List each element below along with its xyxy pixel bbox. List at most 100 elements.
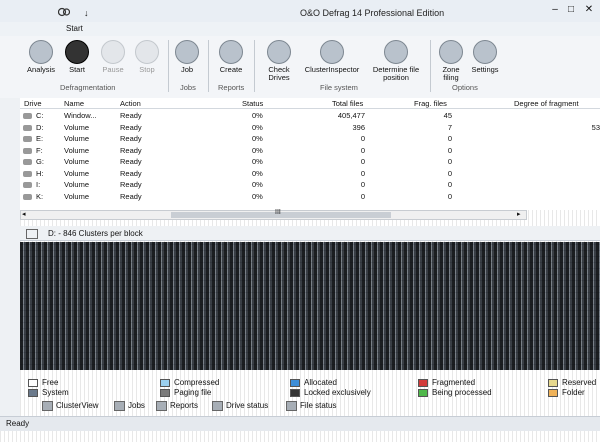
hard-drive-icon	[23, 170, 32, 177]
column-header-status[interactable]: Status	[242, 99, 263, 108]
tab-clusterview[interactable]: ClusterView	[42, 401, 99, 411]
legend-swatch	[160, 388, 170, 397]
tab-file-status[interactable]: File status	[286, 401, 336, 411]
left-gutter	[0, 98, 20, 416]
cell-name: Volume	[64, 134, 90, 143]
maximize-button[interactable]: □	[564, 4, 578, 16]
group-separator	[168, 40, 169, 92]
cluster-view-caption: D: - 846 Clusters per block	[48, 229, 143, 238]
cell-status: 0%	[252, 122, 263, 132]
cluster-inspector-button[interactable]: ClusterInspector	[300, 40, 364, 74]
cluster-inspector-icon	[320, 40, 344, 64]
cell-action: Ready	[120, 157, 142, 166]
pause-button[interactable]: Pause	[96, 40, 130, 74]
drive-row[interactable]: C: Window... Ready 0% 405,477 45	[20, 110, 600, 121]
tab-start[interactable]: Start	[62, 24, 87, 33]
cluster-block-map[interactable]	[20, 242, 600, 370]
cell-status: 0%	[252, 157, 263, 166]
drive-status-icon	[212, 401, 223, 411]
cell-total: 396	[352, 122, 365, 132]
scroll-marker: III	[275, 209, 281, 216]
settings-button[interactable]: Settings	[468, 40, 502, 74]
column-header-drive[interactable]: Drive	[24, 99, 42, 108]
analysis-icon	[29, 40, 53, 64]
cell-degree: 53	[591, 122, 600, 132]
cell-drive: H:	[36, 168, 44, 178]
drive-row[interactable]: E: Volume Ready 0% 0 0	[20, 133, 600, 144]
pause-icon	[101, 40, 125, 64]
group-label-jobs: Jobs	[180, 83, 196, 92]
drive-list-scrollbar[interactable]: ◂ III ▸	[20, 209, 527, 220]
cell-status: 0%	[252, 111, 263, 120]
drive-row[interactable]: F: Volume Ready 0% 0 0	[20, 145, 600, 156]
cell-action: Ready	[120, 180, 142, 189]
quick-access-dropdown[interactable]: ↓	[84, 8, 89, 18]
cell-status: 0%	[252, 168, 263, 178]
cell-drive: F:	[36, 145, 43, 155]
cluster-view-header: D: - 846 Clusters per block	[20, 226, 600, 241]
close-button[interactable]: ✕	[582, 4, 596, 16]
legend-item-paging-file: Paging file	[160, 388, 211, 397]
column-header-total-files[interactable]: Total files	[332, 99, 363, 108]
tab-jobs[interactable]: Jobs	[114, 401, 145, 411]
check-drives-button[interactable]: Check Drives	[262, 40, 296, 82]
column-header-frag-files[interactable]: Frag. files	[414, 99, 447, 108]
cell-drive: E:	[36, 134, 44, 143]
drive-row[interactable]: G: Volume Ready 0% 0 0	[20, 156, 600, 167]
hard-drive-icon	[23, 124, 32, 131]
legend-swatch	[548, 388, 558, 397]
tab-drive-status[interactable]: Drive status	[212, 401, 268, 411]
drive-row[interactable]: D: Volume Ready 0% 396 7 53	[20, 122, 600, 133]
cell-drive: K:	[36, 191, 44, 201]
cell-frag: 0	[447, 145, 452, 155]
minimize-button[interactable]: –	[548, 4, 562, 16]
job-button[interactable]: Job	[170, 40, 204, 74]
cell-total: 405,477	[337, 111, 365, 120]
scroll-right-icon[interactable]: ▸	[517, 210, 521, 218]
cell-frag: 7	[447, 122, 452, 132]
cell-action: Ready	[120, 134, 142, 143]
zone-filing-button[interactable]: Zone filing	[434, 40, 468, 82]
analysis-button[interactable]: Analysis	[24, 40, 58, 74]
legend-swatch	[290, 388, 300, 397]
drive-row[interactable]: I: Volume Ready 0% 0 0	[20, 179, 600, 190]
drive-row[interactable]: K: Volume Ready 0% 0 0	[20, 191, 600, 202]
app-logo-icon[interactable]	[57, 7, 71, 17]
cell-name: Volume	[64, 180, 90, 189]
column-header-degree[interactable]: Degree of fragment	[514, 99, 579, 108]
create-report-button[interactable]: Create	[214, 40, 248, 74]
collapse-icon[interactable]	[26, 229, 38, 239]
cell-name: Volume	[64, 191, 90, 201]
legend-swatch	[418, 378, 428, 387]
tab-reports[interactable]: Reports	[156, 401, 198, 411]
cell-drive: D:	[36, 122, 44, 132]
drive-row[interactable]: H: Volume Ready 0% 0 0	[20, 168, 600, 179]
cell-drive: C:	[36, 111, 44, 120]
scroll-left-icon[interactable]: ◂	[22, 210, 26, 218]
legend-item-allocated: Allocated	[290, 378, 337, 387]
cell-total: 0	[360, 134, 365, 143]
scrollbar-thumb[interactable]	[171, 212, 391, 218]
drive-list-header: Drive Name Action Status Total files Fra…	[20, 98, 600, 109]
create-report-icon	[219, 40, 243, 64]
column-header-name[interactable]: Name	[64, 99, 84, 108]
group-label-defragmentation: Defragmentation	[60, 83, 116, 92]
legend-swatch	[290, 378, 300, 387]
ribbon-tabstrip: Start	[0, 22, 600, 36]
legend-swatch	[28, 378, 38, 387]
reports-icon	[156, 401, 167, 411]
title-bar: ↓ O&O Defrag 14 Professional Edition – □…	[0, 0, 600, 23]
cell-action: Ready	[120, 168, 142, 178]
zone-filing-icon	[439, 40, 463, 64]
stop-button[interactable]: Stop	[130, 40, 164, 74]
ribbon: Analysis Start Pause Stop Job Create Che…	[0, 36, 600, 99]
determine-file-position-button[interactable]: Determine file position	[366, 40, 426, 82]
legend-item-fragmented: Fragmented	[418, 378, 475, 387]
cell-status: 0%	[252, 191, 263, 201]
cell-total: 0	[360, 168, 365, 178]
column-header-action[interactable]: Action	[120, 99, 141, 108]
jobs-icon	[114, 401, 125, 411]
cell-total: 0	[360, 145, 365, 155]
cell-name: Volume	[64, 122, 90, 132]
start-button[interactable]: Start	[60, 40, 94, 74]
